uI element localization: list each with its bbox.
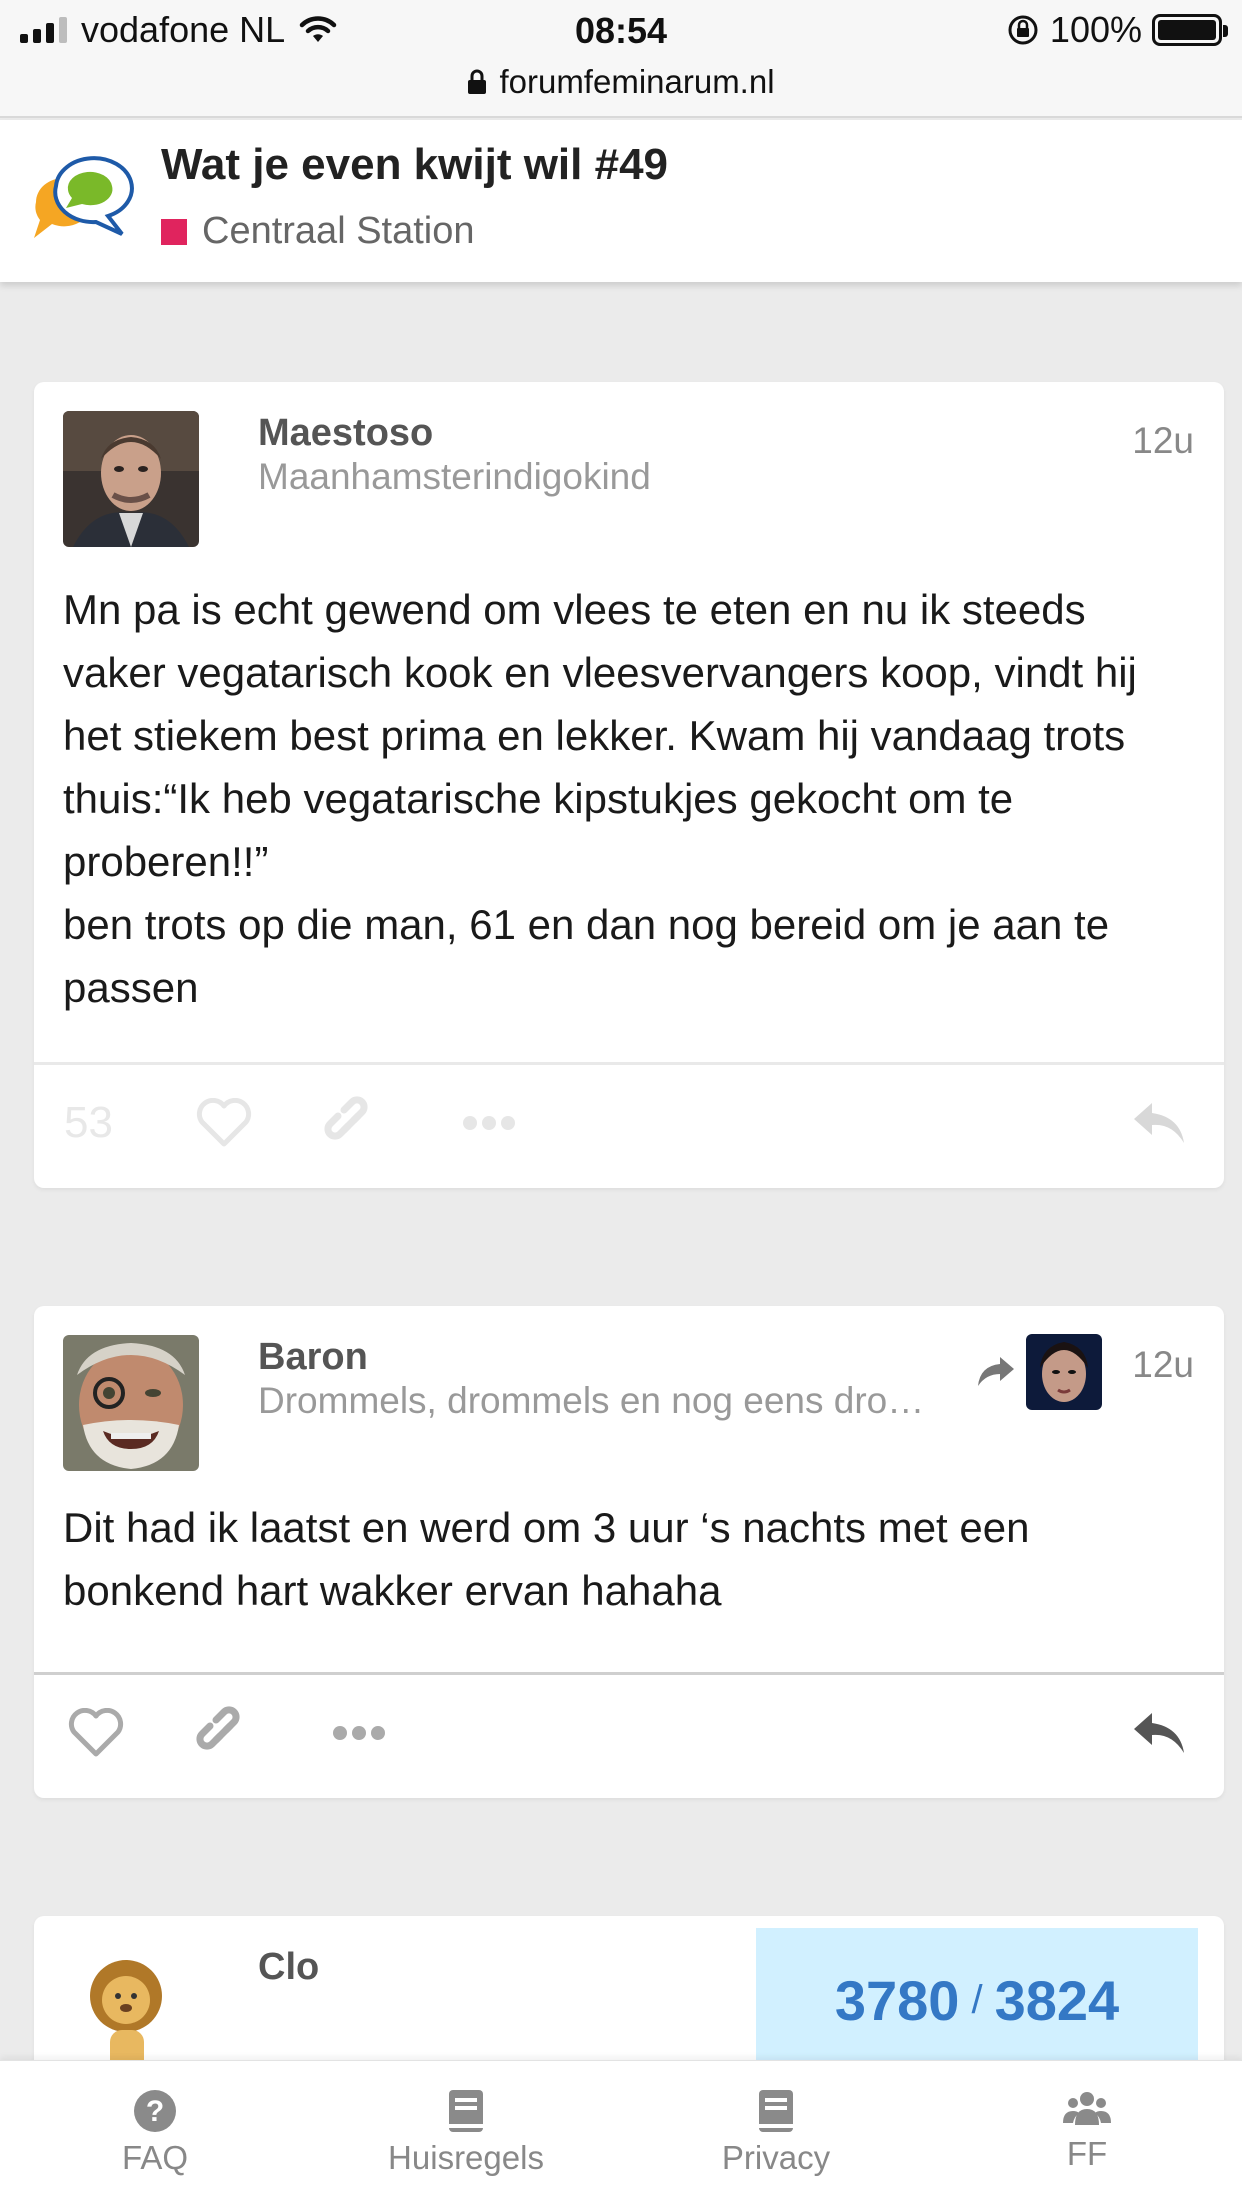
category-label: Centraal Station — [202, 210, 475, 252]
forum-logo[interactable] — [30, 150, 142, 254]
link-icon[interactable] — [196, 1706, 250, 1760]
post-divider — [34, 1672, 1224, 1675]
nav-label: Huisregels — [388, 2139, 544, 2176]
user-title: Drommels, drommels en nog eens dro… — [258, 1380, 925, 1421]
users-icon — [1063, 2092, 1111, 2125]
nav-item-faq[interactable]: ? FAQ — [45, 2089, 265, 2177]
progress-separator: / — [971, 1978, 983, 2022]
topic-title[interactable]: Wat je even kwijt wil #49 — [161, 140, 668, 190]
avatar[interactable] — [82, 1952, 182, 2072]
post-body: Mn pa is echt gewend om vlees te eten en… — [63, 578, 1194, 1019]
topic-header: Wat je even kwijt wil #49 Centraal Stati… — [0, 120, 1242, 282]
share-arrow-icon — [978, 1357, 1014, 1386]
post-actions — [34, 1677, 1224, 1789]
post-actions: 53 — [34, 1067, 1224, 1179]
username[interactable]: Baron — [258, 1336, 368, 1379]
nav-label: FF — [1066, 2135, 1108, 2172]
post-paragraph: Dit had ik laatst en werd om 3 uur ‘s na… — [63, 1504, 1030, 1614]
username[interactable]: Maestoso — [258, 412, 433, 455]
topic-progress[interactable]: 3780 / 3824 — [756, 1928, 1198, 2073]
progress-current: 3780 — [834, 1969, 960, 2032]
reply-icon[interactable] — [1132, 1709, 1186, 1757]
username[interactable]: Clo — [258, 1946, 319, 1989]
url-text: forumfeminarum.nl — [499, 63, 775, 100]
reply-to-indicator[interactable] — [976, 1334, 1102, 1410]
post-body: Dit had ik laatst en werd om 3 uur ‘s na… — [63, 1496, 1194, 1622]
reply-to-avatar — [1026, 1334, 1102, 1410]
nav-item-privacy[interactable]: Privacy — [666, 2089, 886, 2177]
post-time[interactable]: 12u — [1132, 420, 1194, 462]
link-icon[interactable] — [324, 1096, 378, 1150]
battery-icon — [1152, 14, 1228, 46]
bottom-nav: ? FAQ Huisregels Privacy FF — [0, 2060, 1242, 2208]
rotation-lock-icon — [1008, 15, 1038, 45]
more-icon[interactable] — [462, 1115, 516, 1131]
post-paragraph: ben trots op die man, 61 en dan nog bere… — [63, 901, 1110, 1011]
more-icon[interactable] — [332, 1725, 386, 1741]
nav-label: Privacy — [721, 2139, 831, 2176]
user-title: Maanhamsterindigokind — [258, 456, 651, 497]
category-link[interactable]: Centraal Station — [161, 210, 475, 253]
svg-text:?: ? — [146, 2095, 164, 2128]
book-icon — [759, 2090, 793, 2132]
post-card: Maestoso Maanhamsterindigokind 12u Mn pa… — [34, 382, 1224, 1188]
battery-percent: 100% — [1049, 9, 1142, 50]
nav-item-huisregels[interactable]: Huisregels — [356, 2089, 576, 2177]
status-bar: vodafone NL 08:54 100% forumfeminarum.nl — [0, 0, 1242, 118]
heart-icon[interactable] — [196, 1098, 252, 1148]
avatar[interactable] — [63, 1335, 199, 1471]
lock-icon — [468, 69, 487, 94]
like-count[interactable]: 53 — [64, 1098, 113, 1148]
progress-total: 3824 — [994, 1969, 1120, 2032]
nav-label: FAQ — [121, 2139, 189, 2176]
book-icon — [449, 2090, 483, 2132]
post-time[interactable]: 12u — [1132, 1344, 1194, 1386]
post-paragraph: Mn pa is echt gewend om vlees te eten en… — [63, 586, 1137, 885]
avatar[interactable] — [63, 411, 199, 547]
category-color-badge — [161, 218, 187, 245]
post-card: Baron Drommels, drommels en nog eens dro… — [34, 1306, 1224, 1798]
status-right: 100% — [1006, 9, 1228, 50]
reply-icon[interactable] — [1132, 1099, 1186, 1147]
heart-icon[interactable] — [68, 1708, 124, 1758]
url-bar[interactable]: forumfeminarum.nl — [0, 60, 1242, 104]
nav-item-ff[interactable]: FF — [977, 2089, 1197, 2173]
question-icon: ? — [134, 2090, 176, 2132]
post-divider — [34, 1062, 1224, 1065]
